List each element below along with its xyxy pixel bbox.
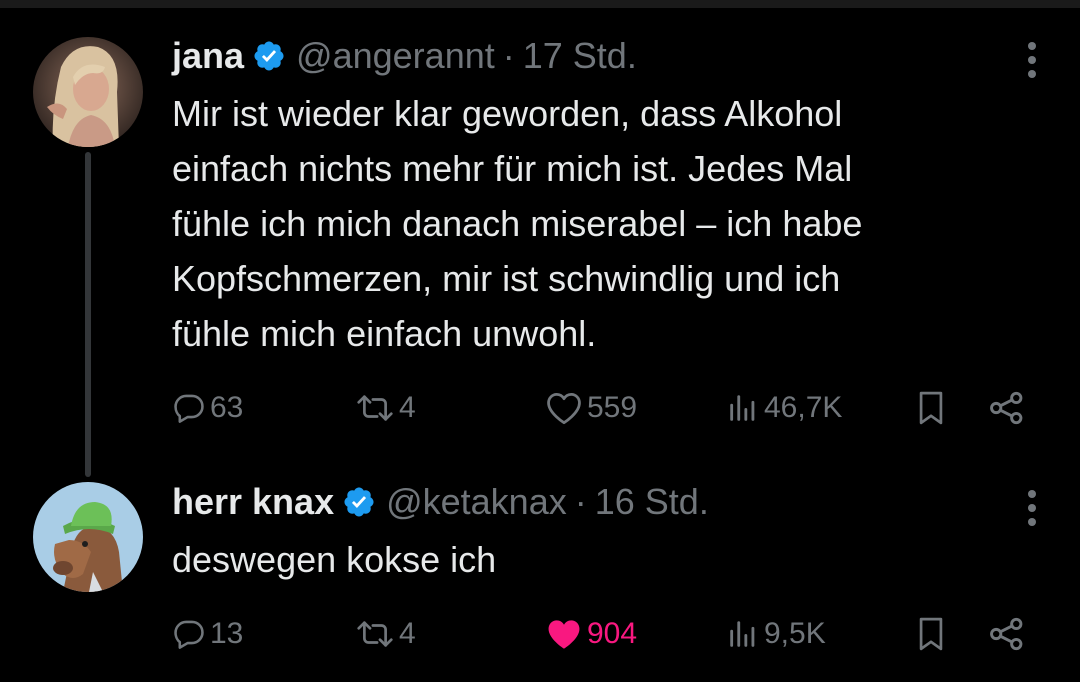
- share-button[interactable]: [988, 384, 1026, 432]
- share-icon: [990, 391, 1023, 425]
- avatar[interactable]: [33, 37, 143, 147]
- views-icon: [730, 395, 755, 421]
- views-count: 9,5K: [764, 617, 826, 650]
- reply-button[interactable]: 13: [172, 610, 243, 658]
- heart-icon: [547, 393, 581, 425]
- timestamp[interactable]: 16 Std.: [595, 480, 709, 524]
- bookmark-button[interactable]: [914, 384, 948, 432]
- separator-dot: ·: [574, 481, 587, 522]
- thread-line: [85, 152, 91, 477]
- user-handle[interactable]: @angerannt: [296, 34, 495, 78]
- views-button[interactable]: 9,5K: [726, 610, 826, 658]
- views-icon: [730, 621, 755, 647]
- retweet-button[interactable]: 4: [355, 610, 416, 658]
- share-button[interactable]: [988, 610, 1026, 658]
- retweet-button[interactable]: 4: [355, 384, 416, 432]
- retweet-count: 4: [399, 391, 416, 424]
- verified-badge-icon: [344, 487, 374, 517]
- like-button[interactable]: 904: [545, 610, 637, 658]
- verified-badge-icon: [254, 41, 284, 71]
- display-name[interactable]: herr knax: [172, 480, 334, 524]
- tweet-header: herr knax @ketaknax · 16 Std.: [172, 480, 709, 524]
- share-icon: [990, 617, 1023, 651]
- action-bar: 13 4 904 9,5K: [172, 610, 1032, 658]
- retweet-icon: [357, 621, 393, 647]
- tweet-text: deswegen kokse ich: [172, 539, 497, 580]
- tweet[interactable]: herr knax @ketaknax · 16 Std. deswegen k…: [0, 470, 1080, 682]
- tweet[interactable]: jana @angerannt · 17 Std. Mir ist wieder…: [0, 0, 1080, 477]
- reply-count: 13: [210, 617, 244, 650]
- horse-avatar-icon: [33, 482, 143, 592]
- user-handle[interactable]: @ketaknax: [386, 480, 567, 524]
- avatar[interactable]: [33, 482, 143, 592]
- bookmark-button[interactable]: [914, 610, 948, 658]
- reply-count: 63: [210, 391, 244, 424]
- bookmark-icon: [919, 391, 943, 425]
- tweet-header: jana @angerannt · 17 Std.: [172, 34, 637, 78]
- reply-icon: [174, 620, 204, 649]
- reply-icon: [174, 394, 204, 423]
- like-count: 904: [587, 617, 638, 650]
- views-button[interactable]: 46,7K: [726, 384, 842, 432]
- reply-button[interactable]: 63: [172, 384, 243, 432]
- bookmark-icon: [919, 617, 943, 651]
- avatar-photo-icon: [33, 37, 143, 147]
- display-name[interactable]: jana: [172, 34, 244, 78]
- like-button[interactable]: 559: [545, 384, 637, 432]
- like-count: 559: [587, 391, 638, 424]
- more-options-icon[interactable]: [1026, 40, 1038, 80]
- separator-dot: ·: [502, 35, 515, 76]
- views-count: 46,7K: [764, 391, 843, 424]
- more-options-icon[interactable]: [1026, 488, 1038, 528]
- action-bar: 63 4 559 46,7K: [172, 384, 1032, 432]
- timestamp[interactable]: 17 Std.: [523, 34, 637, 78]
- tweet-text: Mir ist wieder klar geworden, dass Alkoh…: [172, 93, 863, 354]
- retweet-count: 4: [399, 617, 416, 650]
- retweet-icon: [357, 395, 393, 421]
- heart-icon: [548, 620, 580, 649]
